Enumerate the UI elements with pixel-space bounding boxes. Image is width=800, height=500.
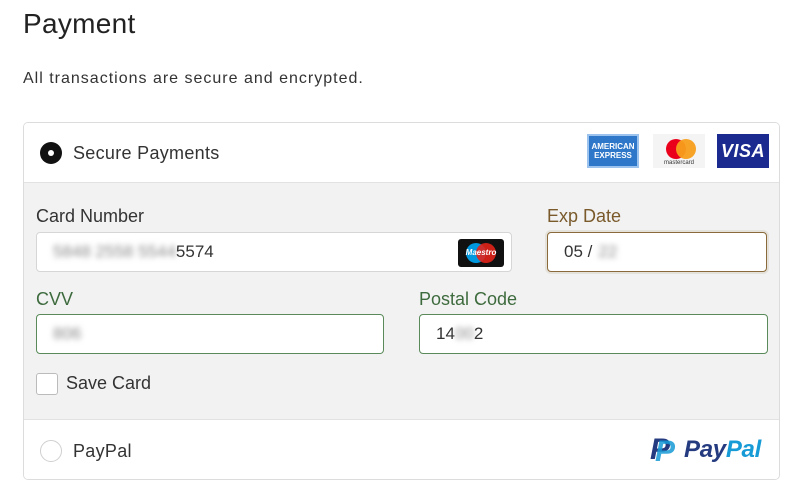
cvv-label: CVV xyxy=(36,289,74,309)
cvv-input[interactable]: 806 xyxy=(36,314,384,354)
maestro-text: Maestro xyxy=(465,248,497,257)
postal-code-hidden: 00 xyxy=(454,324,474,343)
page-title: Payment xyxy=(23,8,136,39)
postal-code-label: Postal Code xyxy=(419,289,518,309)
amex-text-line1: AMERICAN xyxy=(591,142,635,151)
paypal-label: PayPal xyxy=(73,441,132,461)
amex-text-line2: EXPRESS xyxy=(594,151,632,160)
paypal-wordmark: PayPal xyxy=(684,436,761,464)
amex-icon: AMERICAN EXPRESS xyxy=(587,134,639,168)
cvv-hidden: 806 xyxy=(53,324,82,343)
payment-panel: Secure Payments AMERICAN EXPRESS masterc… xyxy=(23,122,780,480)
paypal-logo-icon: P P PayPal xyxy=(650,433,761,467)
card-number-input[interactable]: 5848 2558 5544 5574 Maestro xyxy=(36,232,512,272)
secure-payments-radio[interactable] xyxy=(40,142,62,164)
exp-date-input[interactable]: 05 / 22 xyxy=(547,232,767,272)
secure-payments-label: Secure Payments xyxy=(73,143,220,163)
card-form: Card Number 5848 2558 5544 5574 Maestro … xyxy=(24,183,779,420)
mastercard-text: mastercard xyxy=(663,159,694,166)
page-subtitle: All transactions are secure and encrypte… xyxy=(23,70,364,87)
postal-code-suffix: 2 xyxy=(473,324,484,343)
paypal-mark-icon: P P xyxy=(650,435,676,468)
paypal-wordmark-pal: Pal xyxy=(725,436,761,463)
paypal-radio[interactable] xyxy=(40,440,62,462)
paypal-option[interactable]: PayPal P P PayPal xyxy=(24,421,779,479)
card-number-hidden: 5848 2558 5544 xyxy=(53,242,176,261)
postal-code-prefix: 14 xyxy=(436,324,455,343)
maestro-icon: Maestro xyxy=(458,239,504,267)
card-number-label: Card Number xyxy=(36,206,145,226)
postal-code-input[interactable]: 14 00 2 xyxy=(419,314,768,354)
exp-date-hidden: 22 xyxy=(598,242,618,261)
save-card-checkbox[interactable] xyxy=(36,373,58,395)
save-card-label: Save Card xyxy=(66,373,152,393)
visa-icon: VISA xyxy=(717,134,769,168)
card-number-visible: 5574 xyxy=(175,242,214,261)
exp-date-label: Exp Date xyxy=(547,206,622,226)
paypal-mark-p2: P xyxy=(655,435,676,468)
paypal-wordmark-pay: Pay xyxy=(684,436,726,463)
mastercard-icon: mastercard xyxy=(653,134,705,168)
exp-date-visible: 05 / xyxy=(564,242,593,261)
secure-payments-option[interactable]: Secure Payments AMERICAN EXPRESS masterc… xyxy=(24,123,779,183)
